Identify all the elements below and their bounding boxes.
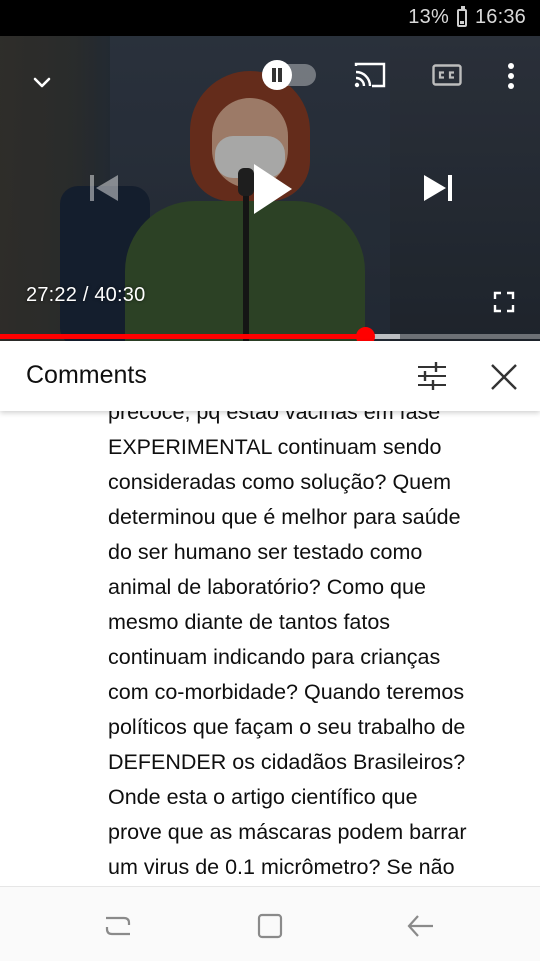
battery-percent: 13% — [408, 6, 449, 28]
recents-icon[interactable] — [104, 913, 132, 939]
back-icon[interactable] — [406, 913, 436, 939]
comment-line: determinou que é melhor para saúde — [108, 505, 461, 529]
comment-line: continuam indicando para crianças — [108, 645, 441, 669]
comments-header: Comments — [0, 341, 540, 411]
comment-text: precoce, pq estão vacinas em fase EXPERI… — [108, 395, 528, 887]
comment-line: Onde esta o artigo científico que — [108, 785, 418, 809]
play-icon[interactable] — [248, 160, 296, 218]
autoplay-toggle-knob — [262, 60, 292, 90]
comment-line: DEFENDER os cidadãos Brasileiros? — [108, 750, 466, 774]
comment-line: com co-morbidade? Quando teremos — [108, 680, 465, 704]
chevron-down-icon[interactable] — [30, 70, 54, 94]
autoplay-toggle[interactable] — [262, 60, 316, 90]
filter-icon[interactable] — [416, 361, 448, 391]
comments-title: Comments — [26, 361, 147, 389]
comment-line: políticos que façam o seu trabalho de — [108, 715, 466, 739]
comment-line: um virus de 0.1 micrômetro? Se não — [108, 855, 455, 879]
pause-icon-bar-left — [272, 68, 276, 82]
seek-bar-played — [0, 334, 365, 339]
playback-time: 27:22 / 40:30 — [26, 284, 145, 307]
status-bar: 13% 16:36 — [0, 0, 540, 36]
comment-line: animal de laboratório? Como que — [108, 575, 426, 599]
comment-line: consideradas como solução? Quem — [108, 470, 451, 494]
cc-icon[interactable] — [432, 64, 462, 86]
pause-icon-bar-right — [278, 68, 282, 82]
close-icon[interactable] — [488, 361, 520, 393]
comment-line: mesmo diante de tantos fatos — [108, 610, 391, 634]
time-separator: / — [82, 284, 89, 306]
comment-line: EXPERIMENTAL continuam sendo — [108, 435, 442, 459]
current-time: 27:22 — [26, 284, 78, 306]
total-duration: 40:30 — [94, 284, 146, 306]
cast-icon[interactable] — [354, 62, 386, 88]
comment-line: prove que as máscaras podem barrar — [108, 820, 467, 844]
home-icon[interactable] — [256, 912, 284, 940]
next-icon[interactable] — [420, 172, 456, 204]
status-right: 13% 16:36 — [408, 5, 526, 29]
video-player[interactable]: 27:22 / 40:30 — [0, 36, 540, 341]
seek-bar[interactable] — [0, 327, 540, 346]
fullscreen-icon[interactable] — [492, 290, 516, 314]
comment-line: do ser humano ser testado como — [108, 540, 423, 564]
previous-icon[interactable] — [86, 172, 122, 204]
more-vert-icon[interactable] — [500, 62, 522, 90]
clock: 16:36 — [474, 6, 526, 28]
battery-icon — [456, 5, 467, 27]
system-nav-bar — [0, 886, 540, 961]
